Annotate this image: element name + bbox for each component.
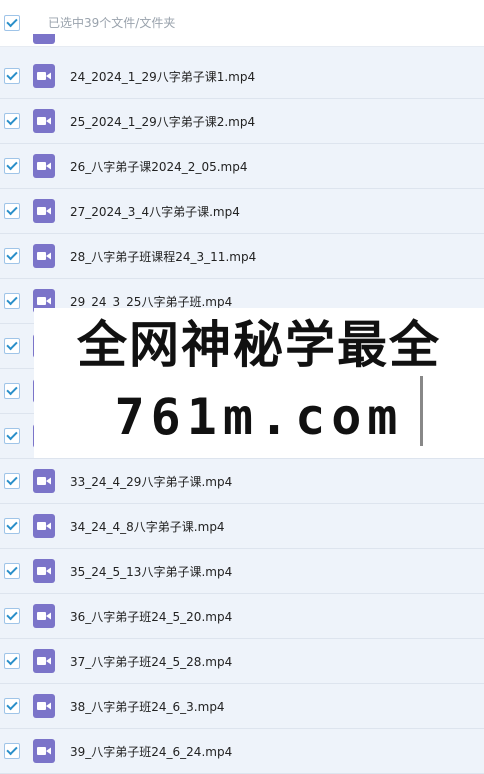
file-name[interactable]: 28_八字弟子班课程24_3_11.mp4 [70, 248, 256, 265]
checkbox-checked-icon[interactable] [4, 428, 20, 444]
video-file-icon [33, 604, 55, 628]
checkbox-checked-icon[interactable] [4, 473, 20, 489]
video-file-icon [33, 64, 55, 88]
file-name[interactable]: 25_2024_1_29八字弟子课2.mp4 [70, 113, 255, 130]
file-name[interactable]: 36_八字弟子班24_5_20.mp4 [70, 608, 232, 625]
checkbox-checked-icon[interactable] [4, 518, 20, 534]
file-name[interactable]: 33_24_4_29八字弟子课.mp4 [70, 473, 232, 490]
file-row[interactable]: 39_八字弟子班24_6_24.mp4 [0, 729, 484, 774]
checkbox-checked-icon[interactable] [4, 383, 20, 399]
checkbox-checked-icon[interactable] [4, 653, 20, 669]
file-row[interactable]: 38_八字弟子班24_6_3.mp4 [0, 684, 484, 729]
select-all-checkbox-icon[interactable] [4, 15, 20, 31]
selection-header: 已选中39个文件/文件夹 [0, 0, 484, 47]
file-name[interactable]: 34_24_4_8八字弟子课.mp4 [70, 518, 225, 535]
video-file-icon [33, 514, 55, 538]
file-row[interactable]: 27_2024_3_4八字弟子课.mp4 [0, 189, 484, 234]
video-file-icon [33, 199, 55, 223]
file-name[interactable]: 39_八字弟子班24_6_24.mp4 [70, 743, 232, 760]
file-name[interactable]: 35_24_5_13八字弟子课.mp4 [70, 563, 232, 580]
video-file-icon [33, 739, 55, 763]
file-name[interactable]: 27_2024_3_4八字弟子课.mp4 [70, 203, 240, 220]
watermark-line2: 761m.com [114, 388, 404, 446]
video-file-icon [33, 34, 55, 44]
checkbox-checked-icon[interactable] [4, 563, 20, 579]
video-file-icon [33, 649, 55, 673]
file-name[interactable]: 37_八字弟子班24_5_28.mp4 [70, 653, 232, 670]
checkbox-checked-icon[interactable] [4, 68, 20, 84]
file-row[interactable]: 26_八字弟子课2024_2_05.mp4 [0, 144, 484, 189]
file-name[interactable]: 38_八字弟子班24_6_3.mp4 [70, 698, 225, 715]
checkbox-checked-icon[interactable] [4, 113, 20, 129]
file-row[interactable]: 33_24_4_29八字弟子课.mp4 [0, 459, 484, 504]
checkbox-checked-icon[interactable] [4, 158, 20, 174]
checkbox-checked-icon[interactable] [4, 248, 20, 264]
checkbox-checked-icon[interactable] [4, 293, 20, 309]
checkbox-checked-icon[interactable] [4, 698, 20, 714]
watermark-line1: 全网神秘学最全 [77, 316, 441, 374]
file-row[interactable]: 34_24_4_8八字弟子课.mp4 [0, 504, 484, 549]
video-file-icon [33, 109, 55, 133]
file-row[interactable]: 36_八字弟子班24_5_20.mp4 [0, 594, 484, 639]
file-row[interactable]: 28_八字弟子班课程24_3_11.mp4 [0, 234, 484, 279]
selection-count-label: 已选中39个文件/文件夹 [48, 16, 176, 30]
checkbox-checked-icon[interactable] [4, 743, 20, 759]
file-row[interactable]: 37_八字弟子班24_5_28.mp4 [0, 639, 484, 684]
checkbox-checked-icon[interactable] [4, 338, 20, 354]
checkbox-checked-icon[interactable] [4, 203, 20, 219]
video-file-icon [33, 244, 55, 268]
checkbox-checked-icon[interactable] [4, 608, 20, 624]
watermark-overlay: 全网神秘学最全 761m.com [34, 308, 484, 458]
file-name[interactable]: 26_八字弟子课2024_2_05.mp4 [70, 158, 247, 175]
file-row[interactable]: 35_24_5_13八字弟子课.mp4 [0, 549, 484, 594]
watermark-divider [420, 376, 423, 446]
video-file-icon [33, 694, 55, 718]
video-file-icon [33, 469, 55, 493]
file-name[interactable]: 24_2024_1_29八字弟子课1.mp4 [70, 68, 255, 85]
file-row[interactable]: 24_2024_1_29八字弟子课1.mp4 [0, 54, 484, 99]
file-row[interactable]: 25_2024_1_29八字弟子课2.mp4 [0, 99, 484, 144]
video-file-icon [33, 559, 55, 583]
video-file-icon [33, 154, 55, 178]
